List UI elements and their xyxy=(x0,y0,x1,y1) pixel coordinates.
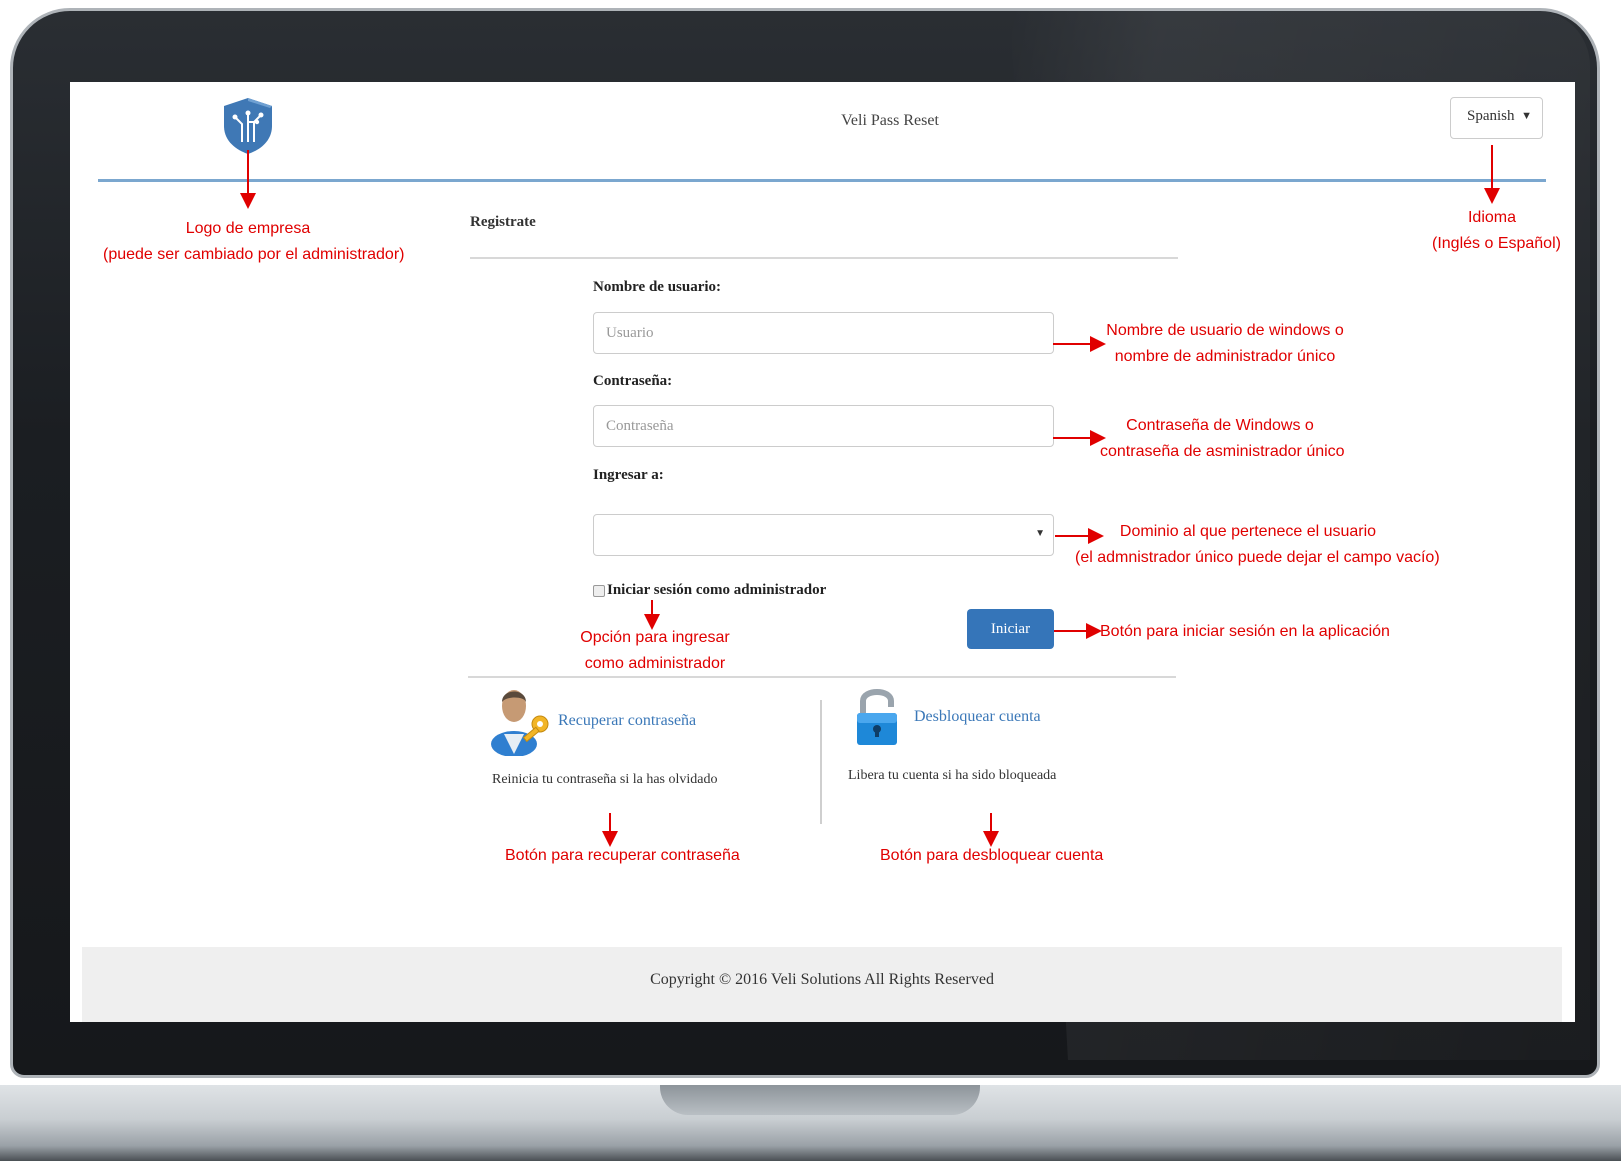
annotation-domain: Dominio al que pertenece el usuario (el … xyxy=(1075,519,1440,571)
annotation-password-line1: Contraseña de Windows o xyxy=(1126,417,1314,434)
annotation-submit: Botón para iniciar sesión en la aplicaci… xyxy=(1100,623,1390,640)
annotation-unlock: Botón para desbloquear cuenta xyxy=(880,847,1104,864)
annotation-language-line1: Idioma xyxy=(1467,209,1517,226)
annotation-domain-line1: Dominio al que pertenece el usuario xyxy=(1119,523,1377,540)
annotation-language-line2: (Inglés o Español) xyxy=(1432,235,1561,252)
annotation-username: Nombre de usuario de windows o nombre de… xyxy=(1105,318,1345,370)
annotation-domain-line2: (el admnistrador único puede dejar el ca… xyxy=(1075,549,1440,566)
annotation-password: Contraseña de Windows o contraseña de as… xyxy=(1100,413,1345,465)
annotation-username-line2: nombre de administrador único xyxy=(1114,348,1336,365)
annotation-language: Idioma (Inglés o Español) xyxy=(1432,205,1561,257)
annotation-password-line2: contraseña de asministrador único xyxy=(1100,443,1345,460)
annotation-logo-line1: Logo de empresa xyxy=(185,220,311,237)
annotation-admin-option-line2: como administrador xyxy=(584,655,726,672)
annotation-logo-line2: (puede ser cambiado por el administrador… xyxy=(103,246,405,263)
annotation-arrows xyxy=(240,145,1500,847)
annotation-logo: Logo de empresa (puede ser cambiado por … xyxy=(103,216,405,268)
annotation-username-line1: Nombre de usuario de windows o xyxy=(1106,322,1344,339)
annotation-admin-option-line1: Opción para ingresar xyxy=(580,629,730,646)
annotation-recover: Botón para recuperar contraseña xyxy=(505,847,740,864)
annotation-admin-option: Opción para ingresar como administrador xyxy=(575,625,735,677)
